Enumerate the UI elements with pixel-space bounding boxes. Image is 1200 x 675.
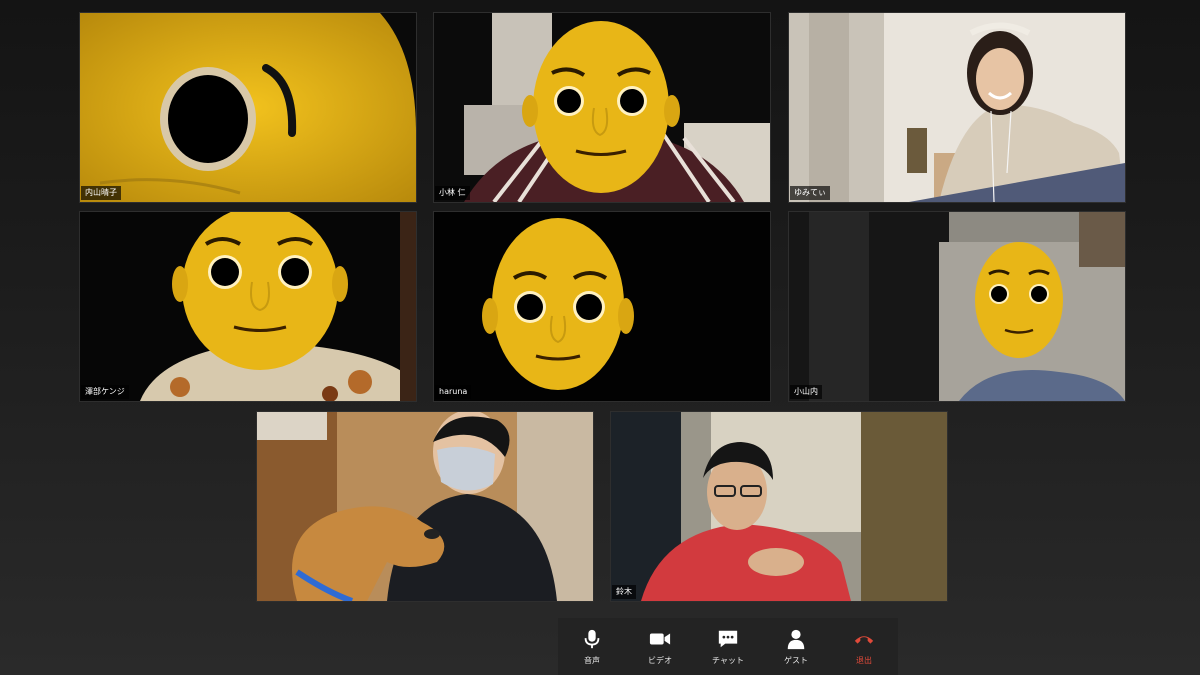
leave-label: 退出 [856,655,872,665]
participant-name: 鈴木 [612,585,636,599]
leave-button[interactable]: 退出 [834,628,894,666]
participant-name: 内山晴子 [81,186,121,200]
video-tile-man-with-dog[interactable] [256,411,594,602]
video-tile-osanai[interactable]: 小山内 [788,211,1126,402]
phone-hangup-icon [854,635,874,644]
mic-label: 音声 [584,655,600,665]
video-tile-yumitei[interactable]: ゆみてぃ [788,12,1126,203]
video-label: ビデオ [648,655,672,665]
chat-label: チャット [712,655,744,665]
participant-video-man-with-dog [257,412,593,601]
participant-name: ゆみてぃ [790,186,830,200]
video-camera-icon [649,633,671,644]
participant-video-closeup-mask [80,13,416,202]
video-tile-uchiyama[interactable]: 内山晴子 [79,12,417,203]
video-tile-suzuki[interactable]: 鈴木 [610,411,948,602]
guest-button[interactable]: ゲスト [766,628,826,666]
participant-video-mask-striped-shirt [434,13,770,202]
chat-button[interactable]: チャット [698,628,758,666]
participant-video-mask-room [789,212,1125,401]
guest-label: ゲスト [784,655,808,665]
call-toolbar: 音声 ビデオ チャット ゲスト 退出 [558,618,898,675]
participant-name: 小林 仁 [435,186,470,200]
microphone-icon [584,629,600,648]
video-tile-kobayashi[interactable]: 小林 仁 [433,12,771,203]
participant-name: 小山内 [790,385,822,399]
chat-bubble-icon [718,630,738,647]
participant-video-man-red-shirt [611,412,947,601]
person-icon [787,629,805,649]
participant-video-mask-black-bg [434,212,770,401]
participant-video-smiling-girl [789,13,1125,202]
video-tile-haruna[interactable]: haruna [433,211,771,402]
mask-face [975,242,1063,358]
participant-name: haruna [435,385,472,399]
mic-button[interactable]: 音声 [562,628,622,666]
participant-video-mask-floral-shirt [80,212,416,401]
video-tile-sawabe[interactable]: 澤部ケンジ [79,211,417,402]
participant-name: 澤部ケンジ [81,385,129,399]
video-button[interactable]: ビデオ [630,628,690,666]
